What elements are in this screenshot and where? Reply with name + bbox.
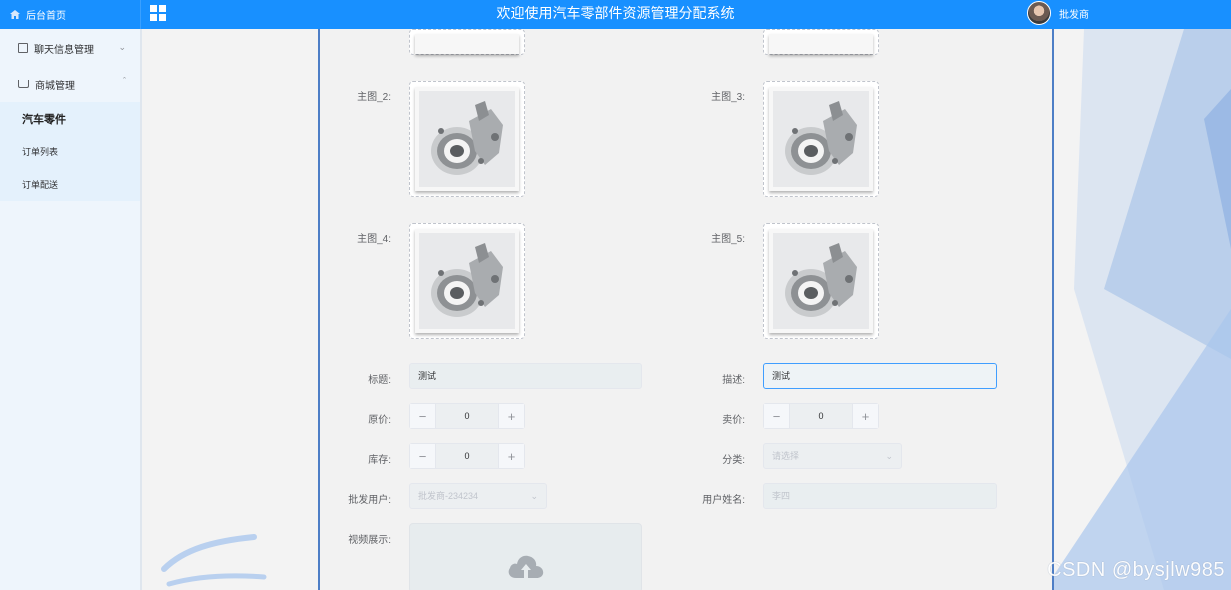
original-price-value[interactable]: 0 [436, 404, 498, 428]
increment-button[interactable]: + [498, 444, 524, 468]
video-label: 视频展示: [348, 535, 391, 546]
sidebar-item-order-list[interactable]: 订单列表 [0, 135, 140, 168]
image-preview[interactable] [763, 29, 879, 55]
wholesale-user-select[interactable]: 批发商-234234 ⌄ [409, 483, 547, 509]
part-image [419, 233, 515, 329]
increment-button[interactable]: + [852, 404, 878, 428]
increment-button[interactable]: + [498, 404, 524, 428]
user-name-label: 用户姓名: [702, 495, 745, 506]
decrement-button[interactable]: − [410, 404, 436, 428]
home-label: 后台首页 [26, 11, 66, 22]
user-menu[interactable]: 批发商 [1027, 1, 1089, 25]
username: 批发商 [1059, 9, 1089, 21]
cart-icon [18, 80, 29, 88]
sidebar: 聊天信息管理 ⌄ 商城管理 ˆ 汽车零件 订单列表 订单配送 [0, 29, 142, 590]
image-5-upload[interactable] [763, 223, 879, 339]
category-label: 分类: [722, 455, 745, 466]
submenu-mall: 汽车零件 订单列表 订单配送 [0, 102, 140, 201]
image-4-label: 主图_4: [357, 234, 391, 245]
category-placeholder: 请选择 [772, 451, 800, 461]
part-image [773, 91, 869, 187]
sidebar-item-auto-parts[interactable]: 汽车零件 [0, 102, 140, 135]
sale-price-value[interactable]: 0 [790, 404, 852, 428]
part-image [773, 233, 869, 329]
chevron-up-icon: ˆ [123, 76, 126, 86]
wholesale-user-value: 批发商-234234 [418, 491, 479, 501]
title-input[interactable]: 测试 [409, 363, 642, 389]
sale-price-stepper[interactable]: − 0 + [763, 403, 879, 429]
image-3-upload[interactable] [763, 81, 879, 197]
decrement-button[interactable]: − [764, 404, 790, 428]
home-link[interactable]: 后台首页 [0, 0, 141, 29]
original-price-stepper[interactable]: − 0 + [409, 403, 525, 429]
home-icon [10, 10, 20, 19]
image-2-label: 主图_2: [357, 92, 391, 103]
category-select[interactable]: 请选择 ⌄ [763, 443, 902, 469]
avatar[interactable] [1027, 1, 1051, 25]
image-3-label: 主图_3: [711, 92, 745, 103]
image-2-upload[interactable] [409, 81, 525, 197]
image-preview[interactable] [409, 29, 525, 55]
stock-label: 库存: [368, 455, 391, 466]
grid-menu-icon[interactable] [150, 5, 166, 21]
sidebar-item-label: 商城管理 [35, 80, 75, 92]
description-label: 描述: [722, 375, 745, 386]
part-image [419, 91, 515, 187]
wholesale-user-label: 批发用户: [348, 495, 391, 506]
video-upload[interactable] [409, 523, 642, 590]
stock-stepper[interactable]: − 0 + [409, 443, 525, 469]
user-name-input[interactable]: 李四 [763, 483, 997, 509]
title-label: 标题: [368, 375, 391, 386]
stock-value[interactable]: 0 [436, 444, 498, 468]
sidebar-item-chat-management[interactable]: 聊天信息管理 ⌄ [0, 30, 140, 66]
top-navbar: 后台首页 欢迎使用汽车零部件资源管理分配系统 批发商 [0, 0, 1231, 29]
chat-icon [18, 43, 28, 53]
upload-cloud-icon [508, 555, 543, 578]
sidebar-item-mall-management[interactable]: 商城管理 ˆ [0, 66, 140, 102]
watermark: CSDN @bysjlw985 [1047, 559, 1225, 581]
sidebar-item-order-delivery[interactable]: 订单配送 [0, 168, 140, 201]
original-price-label: 原价: [368, 415, 391, 426]
image-4-upload[interactable] [409, 223, 525, 339]
sale-price-label: 卖价: [722, 415, 745, 426]
decrement-button[interactable]: − [410, 444, 436, 468]
description-input[interactable]: 测试 [763, 363, 997, 389]
sidebar-item-label: 聊天信息管理 [34, 44, 94, 56]
image-5-label: 主图_5: [711, 234, 745, 245]
chevron-down-icon: ⌄ [885, 451, 893, 461]
chevron-down-icon: ⌄ [118, 42, 126, 52]
chevron-down-icon: ⌄ [530, 491, 538, 501]
